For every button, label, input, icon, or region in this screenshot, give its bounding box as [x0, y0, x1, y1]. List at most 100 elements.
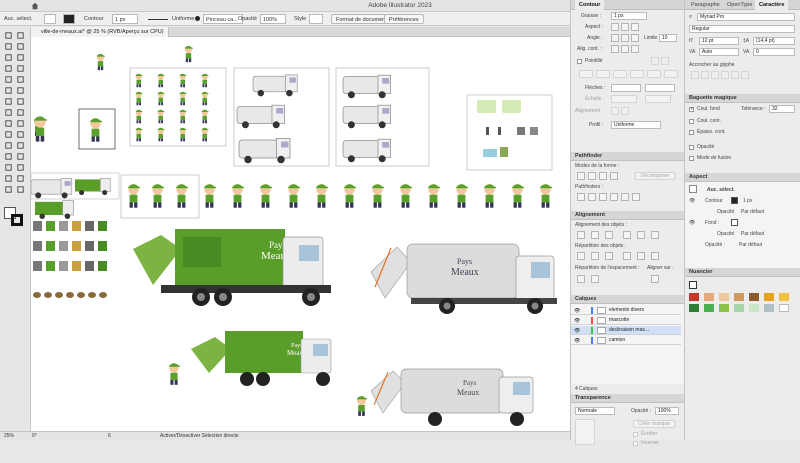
make-mask-button[interactable]: Créer masque	[633, 420, 675, 428]
opacity-field[interactable]: 100%	[260, 14, 286, 24]
dashed-checkbox[interactable]	[577, 59, 582, 64]
align-bottom-icon[interactable]	[651, 231, 659, 239]
dash-field-3[interactable]	[647, 70, 661, 78]
align-top-icon[interactable]	[623, 231, 631, 239]
canvas[interactable]: Pays Meaux Pays Meaux Pays Meaux Pays Me…	[31, 37, 570, 431]
width-tool-icon[interactable]	[16, 108, 25, 117]
fill-swatch[interactable]	[44, 14, 56, 24]
fill-color-checkbox[interactable]	[689, 106, 694, 112]
color-swatch[interactable]	[704, 304, 714, 312]
fill-eye-icon[interactable]: 👁	[689, 220, 695, 226]
curvature-tool-icon[interactable]	[16, 53, 25, 62]
magic-wand-tool-icon[interactable]	[4, 42, 13, 51]
exclude-icon[interactable]	[610, 172, 618, 180]
swatch-fill-stroke-indicator[interactable]	[689, 281, 697, 289]
mesh-tool-icon[interactable]	[16, 130, 25, 139]
trim-icon[interactable]	[588, 193, 596, 201]
paintbrush-tool-icon[interactable]	[16, 75, 25, 84]
minus-front-icon[interactable]	[588, 172, 596, 180]
arrow-end-select[interactable]	[645, 84, 675, 92]
color-swatch[interactable]	[779, 304, 789, 312]
align-to-select-icon[interactable]	[651, 275, 659, 283]
brush-field[interactable]: Pinceau ca...	[203, 14, 243, 24]
invert-checkbox[interactable]	[633, 441, 638, 446]
color-swatch[interactable]	[734, 293, 744, 301]
visibility-eye-icon[interactable]: 👁	[574, 328, 580, 334]
distribute-hspace-icon[interactable]	[591, 275, 599, 283]
free-transform-tool-icon[interactable]	[4, 119, 13, 128]
outline-icon[interactable]	[621, 193, 629, 201]
home-icon[interactable]	[31, 2, 39, 10]
stroke-row-value[interactable]: 1 px	[743, 198, 752, 204]
appearance-panel-header[interactable]: Aspect	[685, 173, 800, 182]
rectangle-tool-icon[interactable]	[4, 75, 13, 84]
align-vcenter-icon[interactable]	[637, 231, 645, 239]
align-panel-header[interactable]: Alignement	[571, 211, 684, 220]
stroke-opacity-label[interactable]: Opacité	[717, 209, 734, 215]
stroke-label[interactable]: Contour	[84, 14, 104, 24]
align-center-icon[interactable]	[611, 45, 619, 53]
color-swatch[interactable]	[689, 293, 699, 301]
arrow-place-icon[interactable]	[621, 107, 629, 115]
pathfinder-panel-header[interactable]: Pathfinder	[571, 152, 684, 161]
align-right-icon[interactable]	[605, 231, 613, 239]
hand-tool-icon[interactable]	[16, 174, 25, 183]
align-outside-icon[interactable]	[631, 45, 639, 53]
layer-row[interactable]: 👁 mascotte	[571, 316, 681, 325]
font-size-field[interactable]: 12 pt	[699, 37, 739, 45]
tab-character[interactable]: Caractère	[755, 0, 789, 10]
round-cap-icon[interactable]	[621, 23, 629, 31]
zoom-level[interactable]: 25%	[4, 433, 14, 440]
clip-checkbox[interactable]	[633, 432, 638, 437]
snap-angular-icon[interactable]	[731, 71, 739, 79]
blend-mode-select[interactable]: Normale	[575, 407, 615, 415]
color-swatch[interactable]	[734, 304, 744, 312]
visibility-eye-icon[interactable]: 👁	[574, 318, 580, 324]
color-swatch[interactable]	[719, 304, 729, 312]
arrow-start-select[interactable]	[611, 84, 641, 92]
align-hcenter-icon[interactable]	[591, 231, 599, 239]
shape-builder-tool-icon[interactable]	[16, 119, 25, 128]
opacity-checkbox[interactable]	[689, 145, 694, 150]
dash-field-1[interactable]	[579, 70, 593, 78]
dash-align-icon[interactable]	[661, 57, 669, 65]
snap-glyph-bounds-icon[interactable]	[711, 71, 719, 79]
blend-mode-checkbox[interactable]	[689, 156, 694, 161]
stroke-swatch[interactable]	[63, 14, 75, 24]
layer-row[interactable]: 👁 camion	[571, 336, 681, 345]
fill-color-swatch[interactable]	[731, 219, 738, 226]
document-format-button[interactable]: Format de document	[331, 14, 392, 24]
tab-stroke[interactable]: Contour	[575, 0, 605, 10]
stroke-weight-field[interactable]: 1 px	[611, 12, 647, 20]
font-family-field[interactable]: Myriad Pro	[697, 13, 795, 21]
miter-join-icon[interactable]	[611, 34, 619, 42]
fill-stroke-indicator[interactable]	[4, 207, 24, 227]
gap-field-1[interactable]	[596, 70, 610, 78]
align-left-icon[interactable]	[577, 231, 585, 239]
stroke-color-swatch[interactable]	[731, 197, 738, 204]
align-inside-icon[interactable]	[621, 45, 629, 53]
font-style-field[interactable]: Regular	[689, 25, 795, 33]
layer-row[interactable]: 👁 elements divers	[571, 306, 681, 315]
draw-mode-tool-icon[interactable]	[16, 185, 25, 194]
swatches-panel-header[interactable]: Nuancier	[685, 268, 800, 277]
perspective-tool-icon[interactable]	[4, 130, 13, 139]
color-swatch[interactable]	[764, 293, 774, 301]
visibility-eye-icon[interactable]: 👁	[574, 308, 580, 314]
selection-tool-icon[interactable]	[4, 31, 13, 40]
shaper-tool-icon[interactable]	[4, 86, 13, 95]
lasso-tool-icon[interactable]	[16, 42, 25, 51]
divide-icon[interactable]	[577, 193, 585, 201]
dash-preserve-icon[interactable]	[651, 57, 659, 65]
slice-tool-icon[interactable]	[4, 174, 13, 183]
profile-select[interactable]: Uniforme	[611, 121, 661, 129]
distribute-right-icon[interactable]	[651, 252, 659, 260]
layer-row[interactable]: 👁 declinaison mas...	[571, 326, 681, 335]
limit-field[interactable]: 10	[659, 34, 677, 42]
distribute-vcenter-icon[interactable]	[591, 252, 599, 260]
layers-panel-header[interactable]: Calques	[571, 295, 684, 304]
stroke-weight-field[interactable]: 1 px	[112, 14, 138, 24]
distribute-left-icon[interactable]	[623, 252, 631, 260]
distribute-bottom-icon[interactable]	[605, 252, 613, 260]
stroke-color-checkbox[interactable]	[689, 119, 694, 124]
